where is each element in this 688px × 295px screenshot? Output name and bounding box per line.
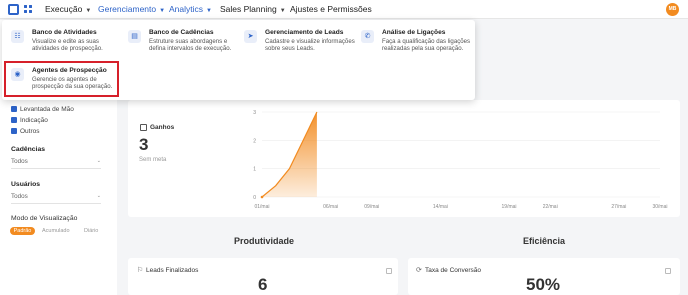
menu-item-description: Faça a qualificação das ligações realiza… [382,38,471,53]
user-avatar[interactable]: MB [666,3,679,16]
menu-item-title: Análise de Ligações [382,29,446,36]
calendar-icon [140,124,147,131]
checkbox-checked-icon[interactable] [11,128,17,134]
sliders-icon: ☷ [11,30,24,43]
x-tick-label: 30/mai [652,204,667,210]
divider [11,203,101,204]
pointer-icon: ➤ [244,30,257,43]
chevron-down-icon: ▼ [85,8,92,14]
filter-checkbox-levantada[interactable]: Levantada de Mão [11,106,74,113]
nav-analytics[interactable]: Analytics ▼ [169,4,212,14]
filter-checkbox-outros[interactable]: Outros [11,128,40,135]
produtividade-title: Produtividade [234,236,295,246]
highlight-box [4,61,119,97]
ganhos-chart: 0 1 2 3 01/mai 06/mai 09/mai 14/mai 19/mai 22/mai… [253,110,667,210]
mode-option-padrao[interactable]: Padrão [10,227,35,235]
refresh-icon: ⟳ [416,267,422,274]
ganhos-subtitle: Sem meta [139,157,167,163]
y-tick-label: 3 [253,110,256,116]
menu-item-title: Gerenciamento de Leads [265,29,344,36]
divider [11,168,101,169]
leads-finalizados-title: Leads Finalizados [146,267,199,274]
eficiencia-title: Eficiência [523,236,566,246]
nav-ajustes-permissoes[interactable]: Ajustes e Permissões [290,4,372,14]
checkbox-checked-icon[interactable] [11,106,17,112]
x-tick-label: 01/mai [254,204,269,210]
x-tick-label: 19/mai [502,204,517,210]
layout-icon: ▤ [128,30,141,43]
menu-item-description: Visualize e edite as suas atividades de … [32,38,103,53]
nav-gerenciamento[interactable]: Gerenciamento ▼ [98,4,165,14]
filter-checkbox-indicacao[interactable]: Indicação [11,117,48,124]
x-tick-label: 06/mai [323,204,338,210]
menu-item-description: Estruture suas abordagens e defina inter… [149,38,232,53]
usuarios-select[interactable]: Todos ⌄ [11,193,101,200]
chevron-down-icon: ▼ [159,8,166,14]
app-logo-icon[interactable] [8,4,19,15]
x-tick-label: 09/mai [364,204,379,210]
ganhos-title: Ganhos [150,124,175,131]
leads-finalizados-value: 6 [258,275,268,294]
menu-item-description: Cadastre e visualize informações sobre s… [265,38,355,53]
nav-execucao[interactable]: Execução ▼ [45,4,91,14]
chevron-down-icon: ▼ [206,8,212,14]
checkbox-checked-icon[interactable] [11,117,17,123]
y-tick-label: 2 [253,138,256,144]
y-tick-label: 0 [253,195,256,201]
ganhos-area [262,112,317,197]
data-point [260,195,264,199]
menu-item-title: Banco de Atividades [32,29,97,36]
taxa-conversao-title: Taxa de Conversão [425,267,482,274]
cadencias-select[interactable]: Todos ⌄ [11,158,101,165]
x-tick-label: 27/mai [611,204,626,210]
ganhos-value: 3 [139,135,149,154]
mode-option-diario[interactable]: Diário [84,228,98,234]
phone-icon: ✆ [361,30,374,43]
x-tick-label: 14/mai [433,204,448,210]
chevron-down-icon: ▼ [279,8,286,14]
apps-grid-icon[interactable] [24,5,32,13]
modo-visualizacao-label: Modo de Visualização [11,215,78,222]
chevron-down-icon: ⌄ [96,158,101,164]
usuarios-label: Usuários [11,181,41,188]
y-tick-label: 1 [253,167,256,173]
top-navigation-bar: Execução ▼ Gerenciamento ▼ Analytics ▼ Sale… [0,0,688,19]
external-link-icon[interactable] [386,268,392,274]
x-tick-label: 22/mai [543,204,558,210]
cadencias-label: Cadências [11,146,46,153]
external-link-icon[interactable] [665,268,671,274]
mode-option-acumulado[interactable]: Acumulado [42,228,70,234]
taxa-conversao-value: 50% [526,275,561,294]
flag-icon: ⚐ [137,267,144,274]
nav-sales-planning[interactable]: Sales Planning ▼ [220,4,286,14]
menu-item-title: Banco de Cadências [149,29,214,36]
chevron-down-icon: ⌄ [96,193,101,199]
